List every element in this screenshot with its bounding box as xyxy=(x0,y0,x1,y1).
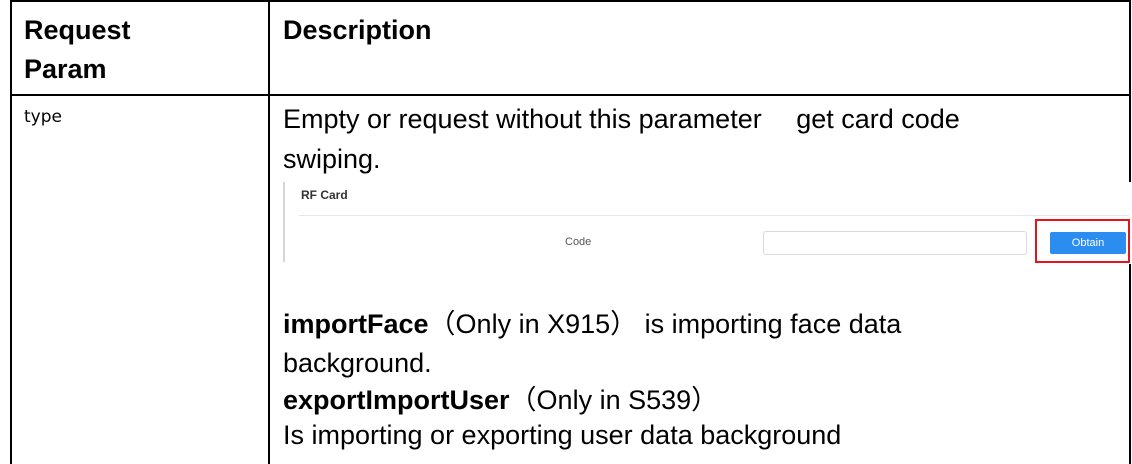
header-description: Description xyxy=(283,15,432,45)
rf-card-title: RF Card xyxy=(301,188,348,202)
rf-card-code-input[interactable] xyxy=(763,231,1027,255)
header-request-param-line2: Param xyxy=(24,54,107,84)
param-type: type xyxy=(24,107,62,127)
export-import-user-key: exportImportUser xyxy=(283,385,510,415)
rf-card-divider xyxy=(299,215,1129,216)
import-face-note: （Only in X915） is importing face data xyxy=(428,309,902,339)
import-face-continuation: background. xyxy=(283,348,432,378)
description-line-1: Empty or request without this parameter … xyxy=(283,104,960,134)
export-import-user-line: exportImportUser（Only in S539） xyxy=(283,383,718,417)
rf-card-screenshot: RF Card Code Obtain xyxy=(283,182,1131,264)
column-divider xyxy=(268,0,270,464)
table-top-border xyxy=(10,0,1131,2)
export-import-user-continuation: Is importing or exporting user data back… xyxy=(283,420,842,450)
rf-card-left-bar xyxy=(283,182,285,262)
table-left-border xyxy=(10,0,12,464)
export-import-user-note: （Only in S539） xyxy=(509,385,719,415)
import-face-key: importFace xyxy=(283,309,429,339)
obtain-button[interactable]: Obtain xyxy=(1050,232,1126,254)
header-bottom-border xyxy=(10,94,1131,96)
rf-card-code-label: Code xyxy=(565,236,592,248)
header-request-param-line1: Request xyxy=(24,15,131,45)
import-face-line: importFace（Only in X915） is importing fa… xyxy=(283,307,901,341)
description-line-2: swiping. xyxy=(283,144,381,174)
